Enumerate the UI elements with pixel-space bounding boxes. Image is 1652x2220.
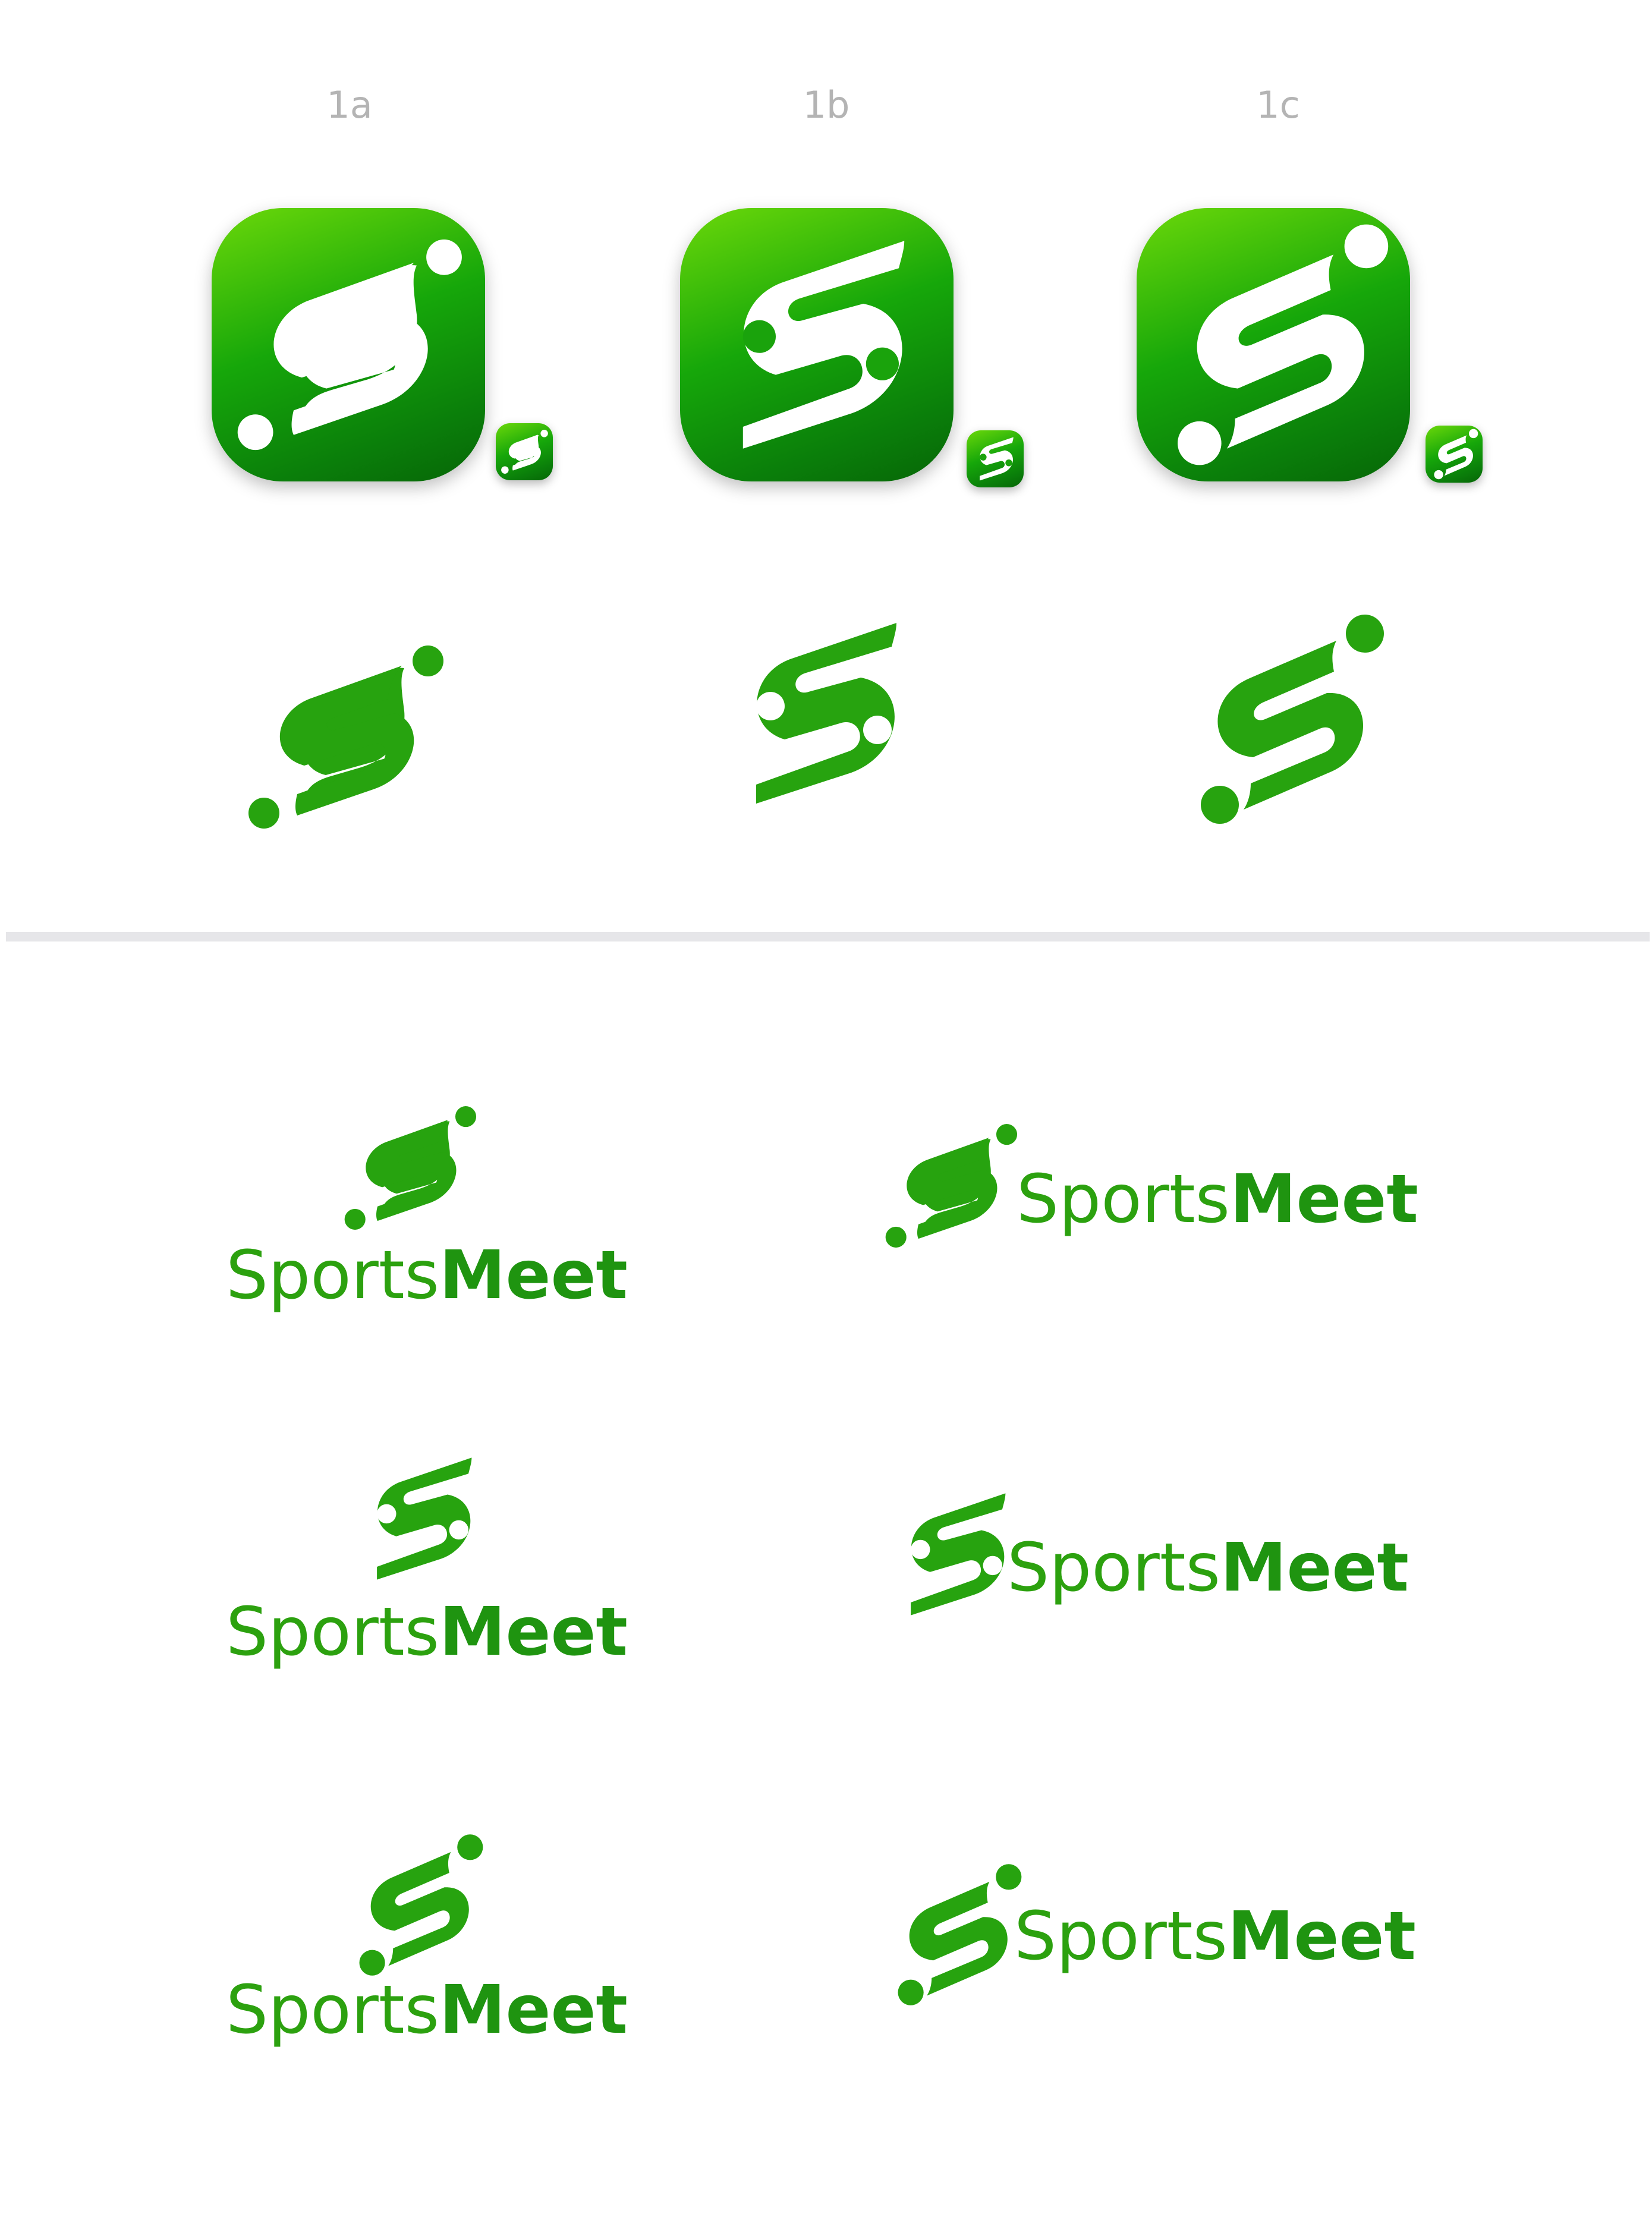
wordmark-bold: Meet	[1220, 1529, 1409, 1607]
s-mark-1b-icon	[680, 208, 954, 481]
s-mark-1c-icon	[1137, 208, 1410, 481]
app-icon-small-1c	[1426, 426, 1483, 483]
s-mark-1c-icon	[1426, 426, 1483, 483]
wordmark-bold: Meet	[1228, 1898, 1416, 1975]
variant-label-1a: 1a	[326, 83, 373, 127]
wordmark-light: Sports	[226, 1972, 440, 2049]
lockup-horizontal-1b-wordmark: SportsMeet	[1007, 1535, 1409, 1601]
wordmark-bold: Meet	[439, 1972, 628, 2049]
s-mark-1b-icon	[340, 1438, 501, 1599]
lockup-stacked-1a-mark	[329, 1088, 490, 1248]
mark-1c	[1165, 600, 1403, 838]
s-mark-1a-icon	[496, 423, 553, 480]
lockup-stacked-1a-wordmark: SportsMeet	[226, 1242, 628, 1309]
lockup-stacked-1c-mark	[335, 1825, 496, 1985]
app-icon-1a	[212, 208, 485, 481]
s-mark-1c-icon	[874, 1854, 1034, 2015]
lockup-horizontal-1c-wordmark: SportsMeet	[1014, 1903, 1416, 1970]
s-mark-1b-icon	[701, 594, 939, 832]
wordmark-light: Sports	[226, 1237, 440, 1314]
wordmark-bold: Meet	[439, 1237, 628, 1314]
variant-label-1b: 1b	[803, 83, 850, 127]
s-mark-1a-icon	[870, 1106, 1031, 1266]
mark-1b	[701, 594, 939, 832]
lockup-stacked-1b-wordmark: SportsMeet	[226, 1599, 628, 1665]
s-mark-1a-icon	[212, 208, 485, 481]
wordmark-light: Sports	[1007, 1529, 1221, 1607]
variant-label-1c: 1c	[1256, 83, 1300, 127]
app-icon-1c	[1137, 208, 1410, 481]
s-mark-1b-icon	[967, 430, 1024, 487]
mark-1a	[226, 618, 464, 856]
lockup-horizontal-1a-wordmark: SportsMeet	[1017, 1166, 1418, 1233]
wordmark-light: Sports	[226, 1594, 440, 1671]
section-divider	[6, 932, 1650, 941]
s-mark-1a-icon	[226, 618, 464, 856]
wordmark-light: Sports	[1014, 1898, 1228, 1975]
s-mark-1c-icon	[335, 1825, 496, 1985]
wordmark-bold: Meet	[1230, 1161, 1418, 1238]
s-mark-1c-icon	[1165, 600, 1403, 838]
wordmark-light: Sports	[1017, 1161, 1231, 1238]
wordmark-bold: Meet	[439, 1594, 628, 1671]
lockup-stacked-1c-wordmark: SportsMeet	[226, 1977, 628, 2043]
app-icon-small-1a	[496, 423, 553, 480]
lockup-horizontal-1a-mark	[870, 1106, 1031, 1266]
app-icon-small-1b	[967, 430, 1024, 487]
s-mark-1a-icon	[329, 1088, 490, 1248]
lockup-stacked-1b-mark	[340, 1438, 501, 1599]
lockup-horizontal-1c-mark	[874, 1854, 1034, 2015]
app-icon-1b	[680, 208, 954, 481]
